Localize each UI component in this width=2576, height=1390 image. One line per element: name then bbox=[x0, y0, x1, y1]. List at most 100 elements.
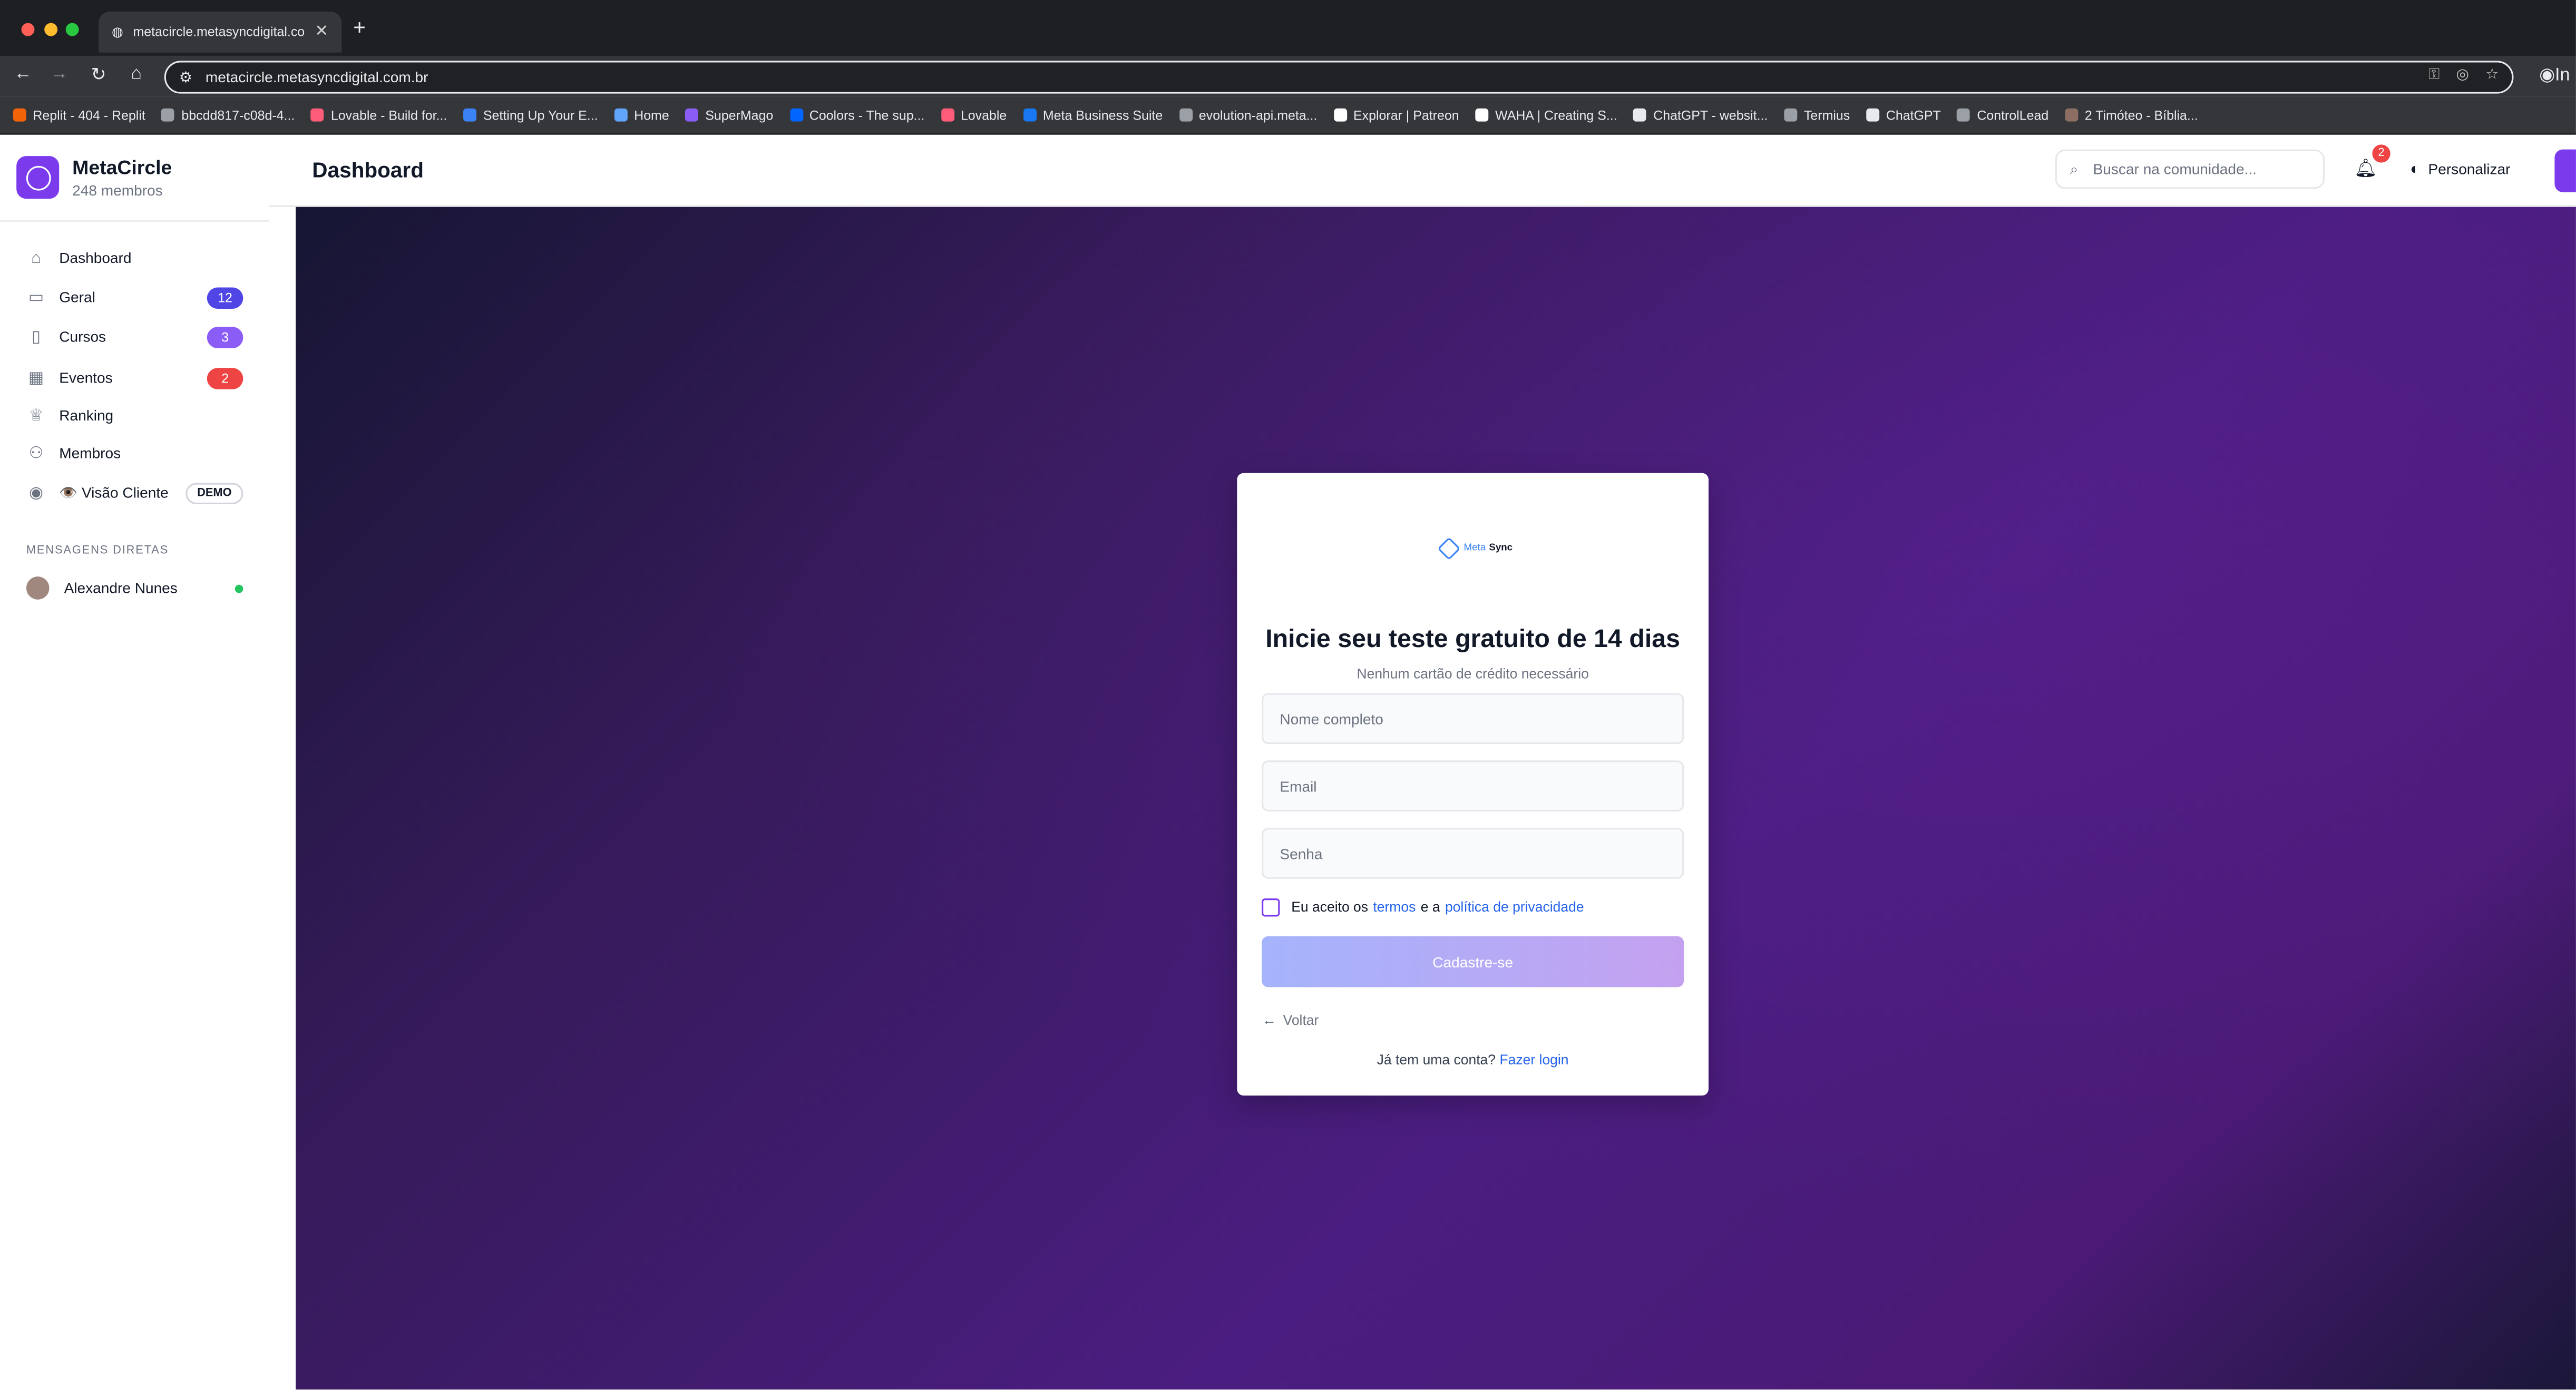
address-bar[interactable]: ⚙ metacircle.metasyncdigital.com.br ⚿ ◎ … bbox=[164, 61, 2514, 94]
terms-checkbox[interactable] bbox=[1262, 897, 1280, 916]
count-badge: 2 bbox=[207, 367, 243, 389]
bookmark-item[interactable]: 2 Timóteo - Bíblia... bbox=[2065, 107, 2198, 122]
divider bbox=[0, 220, 270, 222]
bookmark-item[interactable]: Setting Up Your E... bbox=[463, 107, 598, 123]
bookmark-item[interactable]: Coolors - The sup... bbox=[789, 107, 924, 122]
sidebar-item-cursos[interactable]: ▯ Cursos 3 bbox=[26, 322, 243, 351]
eye-off-icon[interactable]: ◎ bbox=[2456, 66, 2470, 84]
search-box[interactable]: ⌕ bbox=[2055, 149, 2325, 189]
bookmark-favicon-icon bbox=[1784, 108, 1798, 122]
bookmarks-bar: Replit - 404 - Replit bbcdd817-c08d-4... L… bbox=[0, 96, 2576, 135]
forward-arrow-icon[interactable]: → bbox=[47, 64, 71, 84]
bookmark-item[interactable]: Meta Business Suite bbox=[1023, 107, 1163, 122]
bookmark-label: ChatGPT bbox=[1886, 107, 1941, 123]
logo-text-meta: Meta bbox=[1463, 543, 1486, 554]
tab-title: metacircle.metasyncdigital.co bbox=[133, 24, 305, 40]
calendar-icon: ▦ bbox=[28, 368, 44, 387]
logo-text-sync: Sync bbox=[1489, 543, 1513, 554]
sidebar-item-geral[interactable]: ▭ Geral 12 bbox=[26, 282, 243, 312]
brand-name: MetaCircle bbox=[72, 156, 172, 179]
bookmark-favicon-icon bbox=[941, 108, 954, 122]
bookmark-item[interactable]: ControlLead bbox=[1957, 107, 2048, 122]
back-link[interactable]: ← Voltar bbox=[1262, 1012, 1319, 1028]
profile-icon[interactable]: ◉In bbox=[2535, 64, 2574, 86]
bookmark-item[interactable]: SuperMago bbox=[685, 107, 774, 123]
bookmark-item[interactable]: Lovable bbox=[941, 107, 1007, 122]
bookmark-item[interactable]: ChatGPT bbox=[1866, 107, 1941, 123]
bookmark-favicon-icon bbox=[614, 108, 628, 122]
profile-label: In bbox=[2555, 65, 2570, 86]
close-window-button[interactable] bbox=[21, 23, 35, 36]
password-field[interactable] bbox=[1262, 828, 1684, 879]
bookmark-label: SuperMago bbox=[705, 107, 774, 123]
cube-icon bbox=[1437, 537, 1461, 561]
full-name-field[interactable] bbox=[1262, 693, 1684, 745]
bookmark-favicon-icon bbox=[1475, 108, 1489, 122]
bookmark-item[interactable]: Home bbox=[614, 107, 669, 122]
browser-tab[interactable]: ◍ metacircle.metasyncdigital.co ✕ bbox=[99, 11, 342, 53]
bookmark-favicon-icon bbox=[1179, 108, 1193, 122]
sidebar-item-visao-cliente[interactable]: ◉ 👁️ Visão Cliente DEMO bbox=[26, 478, 243, 507]
page-title: Dashboard bbox=[312, 158, 424, 183]
bookmark-label: 2 Timóteo - Bíblia... bbox=[2084, 107, 2198, 123]
login-link[interactable]: Fazer login bbox=[1499, 1051, 1568, 1068]
new-tab-button[interactable]: + bbox=[353, 15, 366, 40]
back-label: Voltar bbox=[1283, 1012, 1319, 1029]
sidebar-item-label: Dashboard bbox=[59, 249, 132, 267]
bookmark-label: Lovable - Build for... bbox=[330, 107, 447, 123]
count-badge: 3 bbox=[207, 326, 243, 348]
bookmark-item[interactable]: ChatGPT - websit... bbox=[1633, 107, 1768, 122]
sidebar-item-ranking[interactable]: ♕ Ranking bbox=[26, 401, 243, 430]
bookmark-label: Setting Up Your E... bbox=[483, 107, 598, 123]
avatar bbox=[26, 576, 50, 600]
bookmark-label: WAHA | Creating S... bbox=[1495, 107, 1617, 123]
unread-badge: 12 bbox=[207, 286, 243, 308]
bookmark-favicon-icon bbox=[13, 108, 26, 122]
search-input[interactable] bbox=[2090, 159, 2310, 179]
bookmark-favicon-icon bbox=[2065, 108, 2079, 122]
star-icon[interactable]: ☆ bbox=[2485, 66, 2499, 84]
bookmark-item[interactable]: Replit - 404 - Replit bbox=[13, 107, 145, 122]
bookmark-label: evolution-api.meta... bbox=[1198, 107, 1318, 123]
bookmark-item[interactable]: WAHA | Creating S... bbox=[1475, 107, 1617, 123]
brand[interactable]: MetaCircle 248 membros bbox=[16, 156, 172, 199]
book-icon: ▯ bbox=[31, 327, 41, 346]
content-gutter bbox=[269, 207, 296, 1390]
dm-user-name: Alexandre Nunes bbox=[64, 580, 178, 596]
bookmark-item[interactable]: bbcdd817-c08d-4... bbox=[162, 107, 295, 122]
reload-icon[interactable]: ↻ bbox=[87, 64, 110, 85]
signup-subtitle: Nenhum cartão de crédito necessário bbox=[1357, 665, 1589, 682]
primary-action-button[interactable] bbox=[2554, 149, 2576, 192]
maximize-window-button[interactable] bbox=[65, 23, 79, 36]
bell-icon[interactable]: 🔔︎ bbox=[2354, 158, 2377, 179]
signup-button[interactable]: Cadastre-se bbox=[1262, 936, 1684, 987]
bookmark-label: Home bbox=[634, 107, 669, 123]
bookmark-item[interactable]: Lovable - Build for... bbox=[311, 107, 447, 122]
close-tab-icon[interactable]: ✕ bbox=[315, 23, 328, 41]
bookmark-item[interactable]: Termius bbox=[1784, 107, 1850, 122]
key-icon[interactable]: ⚿ bbox=[2428, 66, 2440, 84]
bookmark-favicon-icon bbox=[685, 108, 699, 122]
direct-messages-title: MENSAGENS DIRETAS bbox=[26, 545, 169, 557]
privacy-link[interactable]: política de privacidade bbox=[1445, 898, 1584, 915]
personalize-button[interactable]: ◐ Personalizar bbox=[2410, 154, 2510, 184]
bookmark-label: Meta Business Suite bbox=[1042, 107, 1163, 123]
bookmark-favicon-icon bbox=[1023, 108, 1037, 122]
personalize-label: Personalizar bbox=[2428, 161, 2511, 178]
dm-item[interactable]: Alexandre Nunes bbox=[26, 575, 243, 601]
sidebar-item-label: Ranking bbox=[59, 407, 114, 424]
sidebar-item-label: 👁️ Visão Cliente bbox=[59, 484, 169, 501]
bookmark-item[interactable]: evolution-api.meta... bbox=[1179, 107, 1317, 122]
sidebar-item-dashboard[interactable]: ⌂ Dashboard bbox=[26, 243, 243, 272]
site-settings-icon[interactable]: ⚙ bbox=[179, 68, 192, 86]
sidebar-item-membros[interactable]: ⚇ Membros bbox=[26, 438, 243, 468]
minimize-window-button[interactable] bbox=[44, 23, 58, 36]
bookmark-item[interactable]: Explorar | Patreon bbox=[1333, 107, 1459, 122]
terms-prefix: Eu aceito os bbox=[1291, 898, 1369, 915]
home-icon[interactable]: ⌂ bbox=[125, 64, 148, 84]
terms-link[interactable]: termos bbox=[1373, 898, 1416, 915]
email-field[interactable] bbox=[1262, 760, 1684, 811]
sidebar-item-label: Membros bbox=[59, 445, 121, 462]
back-arrow-icon[interactable]: ← bbox=[12, 64, 35, 84]
sidebar-item-eventos[interactable]: ▦ Eventos 2 bbox=[26, 363, 243, 393]
